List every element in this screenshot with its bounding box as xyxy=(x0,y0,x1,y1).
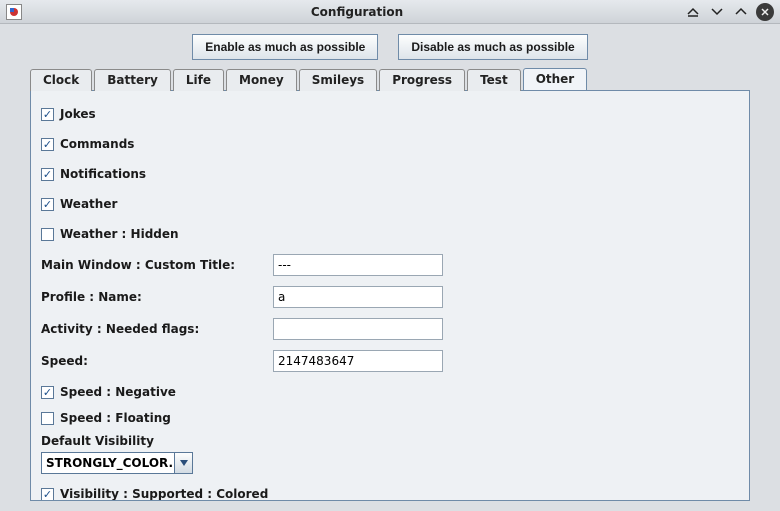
tab-money[interactable]: Money xyxy=(226,69,297,91)
checkbox-speed-negative[interactable] xyxy=(41,386,54,399)
maximize-icon[interactable] xyxy=(732,4,750,20)
default-visibility-label: Default Visibility xyxy=(41,434,739,448)
checkbox-label: Notifications xyxy=(60,167,146,181)
checkbox-row-weather: Weather xyxy=(41,194,739,214)
checkbox-label: Speed : Negative xyxy=(60,385,176,399)
needed-flags-input[interactable] xyxy=(273,318,443,340)
window-controls xyxy=(684,3,774,21)
checkbox-notifications[interactable] xyxy=(41,168,54,181)
tab-life[interactable]: Life xyxy=(173,69,224,91)
checkbox-jokes[interactable] xyxy=(41,108,54,121)
checkbox-speed-floating[interactable] xyxy=(41,412,54,425)
tab-battery[interactable]: Battery xyxy=(94,69,171,91)
checkbox-row-notifications: Notifications xyxy=(41,164,739,184)
field-row-profile-name: Profile : Name: xyxy=(41,286,739,308)
field-row-custom-title: Main Window : Custom Title: xyxy=(41,254,739,276)
checkbox-row-commands: Commands xyxy=(41,134,739,154)
field-label: Main Window : Custom Title: xyxy=(41,258,273,272)
field-label: Profile : Name: xyxy=(41,290,273,304)
field-label: Activity : Needed flags: xyxy=(41,322,273,336)
app-icon xyxy=(6,4,22,20)
checkbox-row-visibility-colored: Visibility : Supported : Colored xyxy=(41,484,739,501)
checkbox-row-speed-floating: Speed : Floating xyxy=(41,408,739,428)
checkbox-commands[interactable] xyxy=(41,138,54,151)
checkbox-label: Weather xyxy=(60,197,117,211)
enable-all-button[interactable]: Enable as much as possible xyxy=(192,34,378,60)
speed-input[interactable] xyxy=(273,350,443,372)
checkbox-label: Speed : Floating xyxy=(60,411,171,425)
tab-smileys[interactable]: Smileys xyxy=(299,69,377,91)
shade-icon[interactable] xyxy=(684,4,702,20)
checkbox-label: Weather : Hidden xyxy=(60,227,179,241)
checkbox-label: Commands xyxy=(60,137,134,151)
default-visibility-select[interactable]: STRONGLY_COLOR... xyxy=(41,452,193,474)
tab-bar: Clock Battery Life Money Smileys Progres… xyxy=(0,68,780,90)
checkbox-weather[interactable] xyxy=(41,198,54,211)
minimize-icon[interactable] xyxy=(708,4,726,20)
checkbox-weather-hidden[interactable] xyxy=(41,228,54,241)
select-value: STRONGLY_COLOR... xyxy=(42,456,174,470)
tab-progress[interactable]: Progress xyxy=(379,69,465,91)
checkbox-row-jokes: Jokes xyxy=(41,104,739,124)
checkbox-visibility-colored[interactable] xyxy=(41,488,54,501)
tab-other[interactable]: Other xyxy=(523,68,588,90)
field-row-needed-flags: Activity : Needed flags: xyxy=(41,318,739,340)
tab-test[interactable]: Test xyxy=(467,69,521,91)
profile-name-input[interactable] xyxy=(273,286,443,308)
custom-title-input[interactable] xyxy=(273,254,443,276)
tab-panel-other: Jokes Commands Notifications Weather Wea… xyxy=(30,90,750,501)
checkbox-label: Jokes xyxy=(60,107,96,121)
toolbar: Enable as much as possible Disable as mu… xyxy=(0,24,780,68)
titlebar: Configuration xyxy=(0,0,780,24)
chevron-down-icon xyxy=(174,453,192,473)
close-icon[interactable] xyxy=(756,3,774,21)
disable-all-button[interactable]: Disable as much as possible xyxy=(398,34,587,60)
checkbox-row-speed-negative: Speed : Negative xyxy=(41,382,739,402)
configuration-window: Configuration Enable as much as possible… xyxy=(0,0,780,511)
field-label: Speed: xyxy=(41,354,273,368)
tab-clock[interactable]: Clock xyxy=(30,69,92,91)
field-row-speed: Speed: xyxy=(41,350,739,372)
checkbox-row-weather-hidden: Weather : Hidden xyxy=(41,224,739,244)
window-title: Configuration xyxy=(30,5,684,19)
checkbox-label: Visibility : Supported : Colored xyxy=(60,487,268,501)
